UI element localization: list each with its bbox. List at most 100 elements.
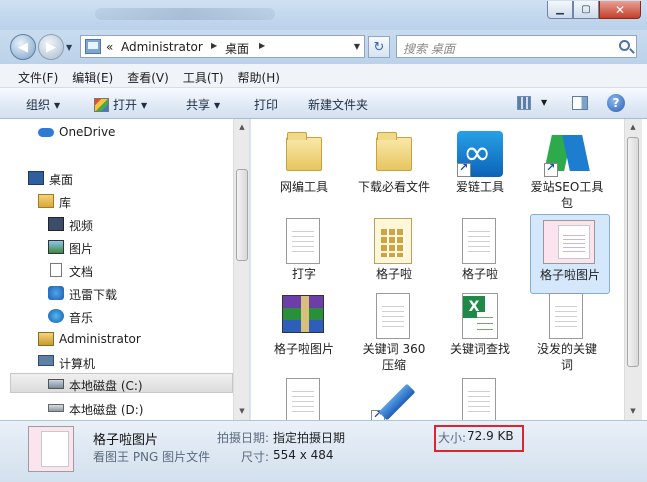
text-file-icon [462,378,496,420]
refresh-button[interactable]: ↻ [368,36,390,58]
scroll-down-icon[interactable]: ▼ [234,403,249,419]
nav-item-administrator[interactable]: Administrator [0,329,233,349]
size-highlight-box [434,425,524,452]
title-bar: ▁ ▢ ✕ [0,0,647,30]
scroll-up-icon[interactable]: ▲ [625,119,641,135]
file-item-selected[interactable]: 格子啦图片 [530,214,610,294]
search-icon[interactable] [619,40,630,51]
file-item[interactable] [264,374,344,420]
drive-d-icon [48,404,64,412]
file-item[interactable]: 没发的关键词 [527,289,607,372]
menu-tools[interactable]: 工具(T) [177,64,230,87]
nav-item-drive-c[interactable]: 本地磁盘 (C:) [10,373,233,393]
file-list-scrollbar[interactable]: ▲ ▼ [624,119,642,420]
text-file-icon [286,378,320,420]
minimize-button[interactable]: ▁ [547,1,573,19]
organize-button[interactable]: 组织 ▼ [26,96,60,113]
address-dropdown-icon[interactable]: ▼ [354,42,360,51]
file-item[interactable]: 爱站SEO工具包 [527,127,607,210]
window-title-blurred [95,8,275,20]
file-list-scroll-thumb[interactable] [627,137,639,367]
scroll-up-icon[interactable]: ▲ [234,119,249,135]
maximize-button[interactable]: ▢ [573,1,599,19]
address-row: ◀ ▶ ▼ « Administrator ▶ 桌面 ▶ ▼ ↻ 搜索 桌面 [0,30,647,64]
menu-help[interactable]: 帮助(H) [232,64,286,87]
open-button[interactable]: 打开 ▼ [94,96,147,113]
file-name: 网编工具 [279,180,328,194]
computer-icon [38,355,54,366]
scroll-down-icon[interactable]: ▼ [625,403,641,419]
nav-item-computer[interactable]: 计算机 [0,352,233,372]
nav-item-drive-d[interactable]: 本地磁盘 (D:) [0,398,233,418]
file-item[interactable] [440,374,520,420]
nav-item-label: 迅雷下载 [69,288,118,302]
preview-pane-icon[interactable] [572,96,588,110]
nav-item-onedrive[interactable]: OneDrive [0,122,233,142]
file-item[interactable]: 关键词 360压缩 [354,289,434,372]
help-icon[interactable]: ? [607,94,625,112]
nav-item-thunder-downloads[interactable]: 迅雷下载 [0,283,233,303]
pencil-app-icon [371,378,417,420]
open-label: 打开 [113,98,138,112]
open-with-icon [94,98,109,112]
share-label: 共享 [186,98,211,112]
file-item[interactable]: 格子啦 [354,214,434,294]
print-button[interactable]: 打印 [254,96,278,113]
file-item[interactable]: 网编工具 [264,127,344,207]
nav-item-videos[interactable]: 视频 [0,214,233,234]
navigation-pane: OneDrive 桌面 库 视频 图片 文档 迅雷下载 音乐 Administr… [0,119,250,420]
user-folder-icon [38,332,54,346]
shortcut-arrow-icon [457,161,471,177]
menu-edit[interactable]: 编辑(E) [66,64,119,87]
nav-item-label: 本地磁盘 (C:) [69,379,143,393]
text-file-icon [549,293,583,339]
menu-view[interactable]: 查看(V) [121,64,175,87]
back-button[interactable]: ◀ [10,34,36,60]
file-item[interactable]: 格子啦图片 [264,289,344,369]
forward-button[interactable]: ▶ [38,34,64,60]
view-options-dropdown[interactable]: ▼ [541,98,547,107]
file-name: 格子啦 [461,267,498,281]
new-folder-button[interactable]: 新建文件夹 [308,96,368,113]
menu-file[interactable]: 文件(F) [12,64,64,87]
nav-item-pictures[interactable]: 图片 [0,237,233,257]
nav-item-library[interactable]: 库 [0,191,233,211]
recent-pages-dropdown[interactable]: ▼ [66,43,72,52]
chevron-down-icon: ▼ [54,101,61,110]
search-placeholder: 搜索 桌面 [403,42,455,56]
file-item[interactable]: 格子啦 [440,214,520,294]
onedrive-icon [38,128,54,137]
nav-pane-scrollbar[interactable]: ▲ ▼ [233,119,249,420]
video-icon [48,217,64,231]
documents-icon [50,263,62,277]
breadcrumb-overflow[interactable]: « [106,40,113,54]
file-item[interactable]: 打字 [264,214,344,294]
search-input[interactable]: 搜索 桌面 [396,35,637,58]
desktop-icon [28,171,44,185]
file-item[interactable]: X 关键词查找 [440,289,520,369]
nav-item-music[interactable]: 音乐 [0,306,233,326]
nav-item-documents[interactable]: 文档 [0,260,233,280]
file-item[interactable]: 爱链工具 [440,127,520,207]
date-taken-value[interactable]: 指定拍摄日期 [273,429,345,446]
nav-item-desktop[interactable]: 桌面 [0,168,233,188]
change-view-icon[interactable] [517,96,531,110]
window-controls: ▁ ▢ ✕ [547,1,641,19]
library-icon [38,194,54,208]
breadcrumb-separator-icon[interactable]: ▶ [259,41,265,50]
address-bar[interactable]: « Administrator ▶ 桌面 ▶ ▼ [80,35,365,58]
back-arrow-icon: ◀ [18,39,28,55]
file-name: 下载必看文件 [357,180,430,194]
close-button[interactable]: ✕ [599,1,641,19]
share-button[interactable]: 共享 ▼ [186,96,220,113]
file-item[interactable]: 下载必看文件 [354,127,434,207]
details-file-type: 看图王 PNG 图片文件 [93,450,211,464]
drive-c-icon [48,379,64,389]
breadcrumb-desktop[interactable]: 桌面 [225,40,249,57]
nav-item-label: 桌面 [49,173,74,187]
breadcrumb-administrator[interactable]: Administrator [121,40,203,54]
breadcrumb-separator-icon[interactable]: ▶ [211,41,217,50]
file-item[interactable] [354,374,434,420]
shortcut-arrow-icon [544,161,558,177]
nav-pane-scroll-thumb[interactable] [236,169,248,261]
